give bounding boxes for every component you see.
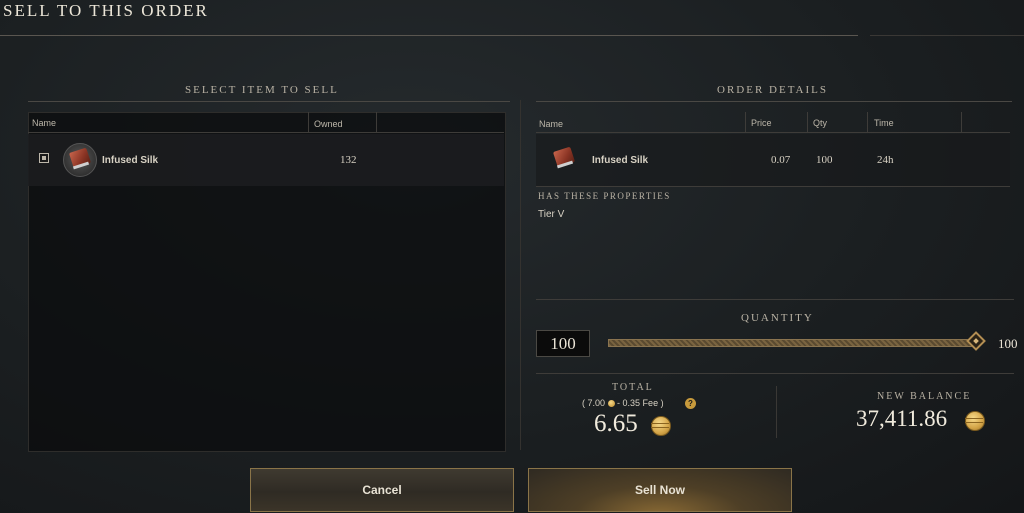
column-divider xyxy=(961,112,962,132)
column-header-qty[interactable]: Qty xyxy=(813,118,827,128)
column-divider xyxy=(308,112,309,132)
column-divider xyxy=(867,112,868,132)
column-header-time[interactable]: Time xyxy=(874,118,894,128)
window-title: SELL TO THIS ORDER xyxy=(3,1,209,20)
quantity-slider[interactable] xyxy=(608,339,978,347)
coin-icon xyxy=(965,411,985,431)
column-header-price[interactable]: Price xyxy=(751,118,772,128)
column-divider xyxy=(807,112,808,132)
totals-divider xyxy=(776,386,777,438)
title-divider xyxy=(0,35,858,36)
select-item-title: SELECT ITEM TO SELL xyxy=(185,84,339,96)
title-divider-right xyxy=(870,35,1024,36)
coin-icon xyxy=(607,400,615,408)
order-time: 24h xyxy=(877,154,894,166)
column-divider xyxy=(376,112,377,132)
total-value: 6.65 xyxy=(594,410,638,437)
total-breakdown-prefix: ( 7.00 xyxy=(582,398,606,408)
totals-rule xyxy=(536,373,1014,374)
column-header-owned[interactable]: Owned xyxy=(314,119,343,129)
item-row-infused-silk[interactable] xyxy=(28,134,504,186)
column-header-name[interactable]: Name xyxy=(32,118,56,128)
fee-help-icon[interactable]: ? xyxy=(685,398,696,409)
quantity-max: 100 xyxy=(998,336,1018,351)
order-qty: 100 xyxy=(816,154,833,166)
quantity-rule xyxy=(536,299,1014,300)
sell-now-button[interactable]: Sell Now xyxy=(528,468,792,512)
column-header-name[interactable]: Name xyxy=(539,119,563,129)
infused-silk-icon xyxy=(63,143,97,177)
left-title-rule xyxy=(28,101,510,102)
item-name: Infused Silk xyxy=(102,155,159,166)
quantity-slider-handle[interactable] xyxy=(966,331,986,351)
balance-value: 37,411.86 xyxy=(856,406,948,431)
order-item-name: Infused Silk xyxy=(592,155,649,166)
header-rule xyxy=(28,132,504,133)
order-price: 0.07 xyxy=(771,154,791,166)
row-rule xyxy=(536,186,1010,187)
coin-icon xyxy=(651,416,671,436)
right-title-rule xyxy=(536,101,1012,102)
order-details-title: ORDER DETAILS xyxy=(717,84,828,96)
panel-divider xyxy=(520,100,521,450)
header-rule xyxy=(536,132,1010,133)
properties-title: HAS THESE PROPERTIES xyxy=(538,191,671,201)
item-checkbox[interactable] xyxy=(39,153,49,163)
total-label: TOTAL xyxy=(612,382,654,393)
cancel-button[interactable]: Cancel xyxy=(250,468,514,512)
balance-label: NEW BALANCE xyxy=(877,391,972,402)
property-tier: Tier V xyxy=(538,209,565,220)
quantity-label: QUANTITY xyxy=(741,312,814,324)
total-breakdown: ( 7.00 - 0.35 Fee ) xyxy=(582,398,664,408)
quantity-input[interactable]: 100 xyxy=(536,330,590,357)
infused-silk-icon xyxy=(548,143,576,171)
column-divider xyxy=(745,112,746,132)
total-breakdown-suffix: - 0.35 Fee ) xyxy=(617,398,664,408)
item-owned-count: 132 xyxy=(340,154,357,166)
